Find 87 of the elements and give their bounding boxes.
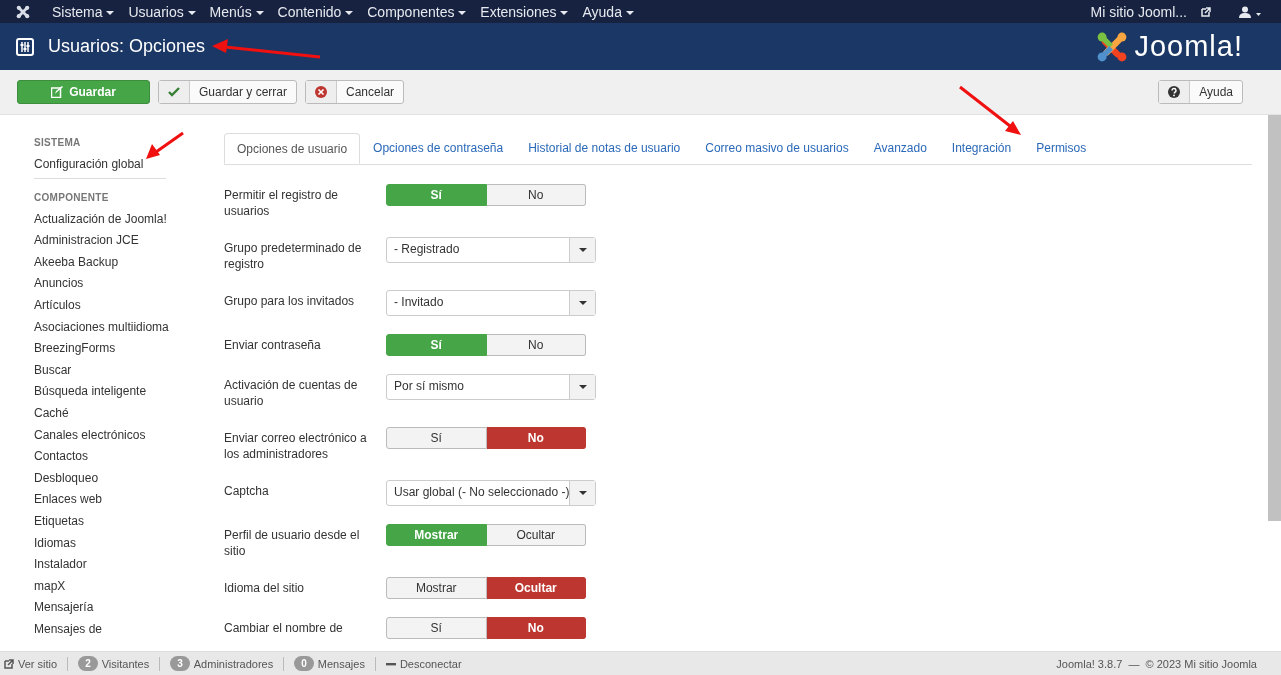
select-field[interactable]: - Invitado	[386, 290, 596, 316]
copyright-text: Joomla! 3.8.7 — © 2023 Mi sitio Joomla	[1056, 657, 1257, 670]
sidebar-item[interactable]: Anuncios	[34, 275, 199, 297]
menu-item[interactable]: Extensiones	[480, 3, 569, 20]
sidebar-item[interactable]: Asociaciones multiidioma	[34, 318, 199, 341]
help-icon	[1168, 86, 1181, 98]
select-field[interactable]: Usar global (- No seleccionado -)	[386, 480, 596, 506]
tab[interactable]: Opciones de usuario	[224, 133, 361, 164]
sidebar-item[interactable]: Idiomas	[34, 534, 199, 557]
site-link[interactable]: Mi sitio Jooml...	[1090, 3, 1187, 20]
sidebar-item[interactable]: Búsqueda inteligente	[34, 383, 199, 405]
view-site-link[interactable]: Ver sitio	[18, 657, 58, 670]
field-label: Grupo para los invitados	[224, 293, 356, 309]
count-badge: 0	[294, 656, 314, 671]
select-field[interactable]: Por sí mismo	[386, 374, 596, 400]
sidebar-item[interactable]: Enlaces web	[34, 491, 199, 513]
close-icon	[315, 86, 328, 98]
sidebar-item[interactable]: BreezingForms	[34, 340, 199, 362]
tab[interactable]: Historial de notas de usuario	[516, 133, 693, 164]
sidebar-item[interactable]: Akeeba Backup	[34, 253, 199, 276]
sidebar-item[interactable]: mapX	[34, 577, 199, 600]
field-label: Enviar correo electrónico a los administradores	[224, 430, 368, 462]
annotation-arrow	[146, 131, 184, 159]
external-link-icon	[1201, 6, 1211, 17]
user-icon[interactable]	[1239, 5, 1261, 18]
sidebar-item[interactable]: Artículos	[34, 296, 199, 319]
field-label: Idioma del sitio	[224, 580, 306, 596]
annotation-arrow	[959, 85, 1021, 135]
sidebar-item[interactable]: Instalador	[34, 556, 199, 578]
menu-item[interactable]: Componentes	[367, 3, 467, 20]
menu-item[interactable]: Sistema	[52, 3, 115, 20]
field-label: Captcha	[224, 483, 270, 499]
field-label: Enviar contraseña	[224, 337, 322, 353]
menu-item[interactable]: Contenido	[277, 3, 354, 20]
toggle-option[interactable]: No	[486, 617, 586, 639]
options-icon	[16, 37, 34, 56]
sidebar-item[interactable]: Canales electrónicos	[34, 426, 199, 449]
menu-item[interactable]: Usuarios	[128, 3, 196, 20]
section-heading: COMPONENTE	[34, 190, 109, 205]
toggle-option[interactable]: No	[486, 334, 586, 356]
toggle-option[interactable]: Sí	[386, 617, 487, 639]
tab[interactable]: Correo masivo de usuarios	[693, 133, 861, 164]
menu-item[interactable]: Ayuda	[582, 3, 634, 20]
external-link-icon	[4, 658, 14, 669]
count-badge: 3	[170, 656, 190, 671]
toggle-option[interactable]: Sí	[386, 427, 487, 449]
tab[interactable]: Permisos	[1024, 133, 1099, 164]
edit-icon	[51, 86, 64, 98]
scrollbar[interactable]	[1268, 115, 1281, 521]
sidebar-item[interactable]: Etiquetas	[34, 512, 199, 535]
toggle-option[interactable]: Ocultar	[486, 577, 586, 599]
sidebar-item[interactable]: Actualización de Joomla!	[34, 210, 199, 233]
toggle-option[interactable]: Mostrar	[386, 577, 487, 599]
status-label[interactable]: Mensajes	[317, 657, 365, 670]
sidebar-item[interactable]: Mensajes de	[34, 620, 199, 643]
select-field[interactable]: - Registrado	[386, 237, 596, 263]
logo-text: Joomla!	[1134, 30, 1243, 63]
sidebar-item[interactable]: Administracion JCE	[34, 232, 199, 254]
field-label: Perfil de usuario desde el sitio	[224, 527, 361, 559]
sidebar-item[interactable]: Contactos	[34, 448, 199, 470]
check-icon	[168, 86, 180, 98]
status-label[interactable]: Administradores	[193, 657, 274, 670]
logout-link[interactable]: Desconectar	[399, 657, 462, 670]
sidebar-item[interactable]: Mensajería	[34, 599, 199, 621]
save-close-button[interactable]: Guardar y cerrar	[158, 80, 298, 104]
field-label: Cambiar el nombre de	[224, 620, 344, 636]
toggle-option[interactable]: No	[486, 427, 586, 449]
toggle-option[interactable]: Ocultar	[486, 524, 586, 546]
tab[interactable]: Avanzado	[861, 133, 939, 164]
count-badge: 2	[78, 656, 98, 671]
joomla-logo-icon[interactable]	[16, 4, 30, 19]
tab[interactable]: Integración	[939, 133, 1024, 164]
sidebar-item[interactable]: Desbloqueo	[34, 469, 199, 492]
menu-item[interactable]: Menús	[209, 3, 264, 20]
section-heading: SISTEMA	[34, 136, 81, 150]
help-button[interactable]: Ayuda	[1158, 80, 1243, 104]
field-label: Grupo predeterminado de registro	[224, 240, 363, 272]
sidebar-item[interactable]: Buscar	[34, 361, 199, 384]
status-label[interactable]: Visitantes	[101, 657, 150, 670]
field-label: Activación de cuentas de usuario	[224, 377, 359, 409]
tab[interactable]: Opciones de contraseña	[361, 133, 516, 164]
field-label: Permitir el registro de usuarios	[224, 187, 340, 219]
sidebar-item[interactable]: Caché	[34, 404, 199, 427]
page-title: Usuarios: Opciones	[48, 36, 206, 57]
cancel-button[interactable]: Cancelar	[305, 80, 405, 104]
sidebar-item[interactable]: Configuración global	[34, 156, 199, 178]
toggle-option[interactable]: No	[486, 184, 586, 206]
